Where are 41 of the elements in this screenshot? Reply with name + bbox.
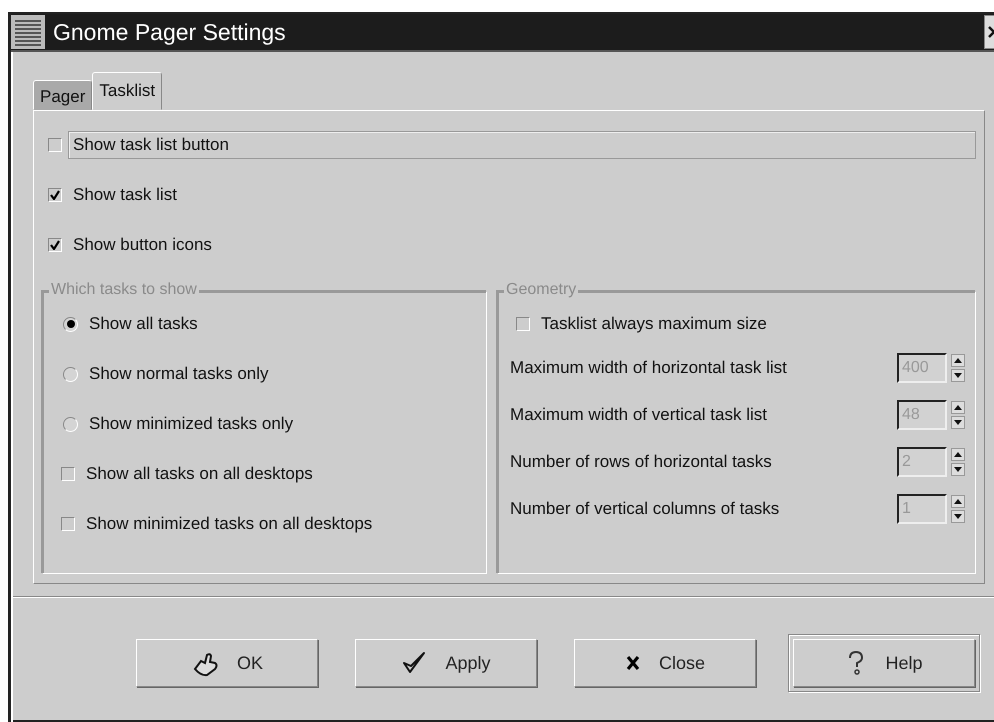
spin-label: Maximum width of vertical task list [510,404,768,424]
spin-label: Number of rows of horizontal tasks [510,452,773,472]
radio-button[interactable] [63,416,78,432]
close-icon [624,653,641,673]
radio-button[interactable] [63,366,78,382]
dialog-button[interactable]: Apply [355,639,537,687]
radio-button[interactable] [63,316,78,332]
dialog-button[interactable]: OK [136,639,318,687]
spin-up-icon[interactable] [951,448,965,460]
spin-down-icon[interactable] [951,462,965,476]
tab[interactable]: Tasklist [92,72,162,110]
spin-label: Maximum width of horizontal task list [510,358,788,378]
group-title: Geometry [504,281,578,299]
menu-icon[interactable] [11,15,45,49]
checkbox[interactable] [48,138,62,152]
checkbox-label[interactable]: Tasklist always maximum size [536,310,965,338]
spin-up-icon[interactable] [951,400,965,414]
dialog-button[interactable]: Help [793,639,975,687]
window-title: Gnome Pager Settings [53,18,287,46]
checkbox[interactable] [61,517,75,531]
tab[interactable]: Pager [33,80,92,110]
radio-label[interactable]: Show normal tasks only [84,360,476,388]
checkbox[interactable] [61,467,75,481]
checkbox-label[interactable]: Show button icons [68,231,976,259]
spin-up-icon[interactable] [951,354,965,366]
radio-label[interactable]: Show all tasks [84,310,476,338]
checkbox[interactable] [48,188,62,202]
checkbox-label[interactable]: Show task list button [68,131,976,159]
checkbox[interactable] [516,317,530,331]
checkbox-label[interactable]: Show task list [68,181,976,209]
checkbox[interactable] [48,238,62,252]
check-icon [401,650,428,676]
spin-label: Number of vertical columns of tasks [510,498,780,518]
radio-label[interactable]: Show minimized tasks only [84,410,476,438]
spin-down-icon[interactable] [951,368,965,382]
spin-down-icon[interactable] [951,416,965,428]
spin-up-icon[interactable] [951,494,965,508]
checkbox-label[interactable]: Show all tasks on all desktops [81,460,476,488]
checkbox-label[interactable]: Show minimized tasks on all desktops [81,510,476,538]
spin-down-icon[interactable] [951,510,965,522]
dialog-button[interactable]: Close [574,639,756,687]
